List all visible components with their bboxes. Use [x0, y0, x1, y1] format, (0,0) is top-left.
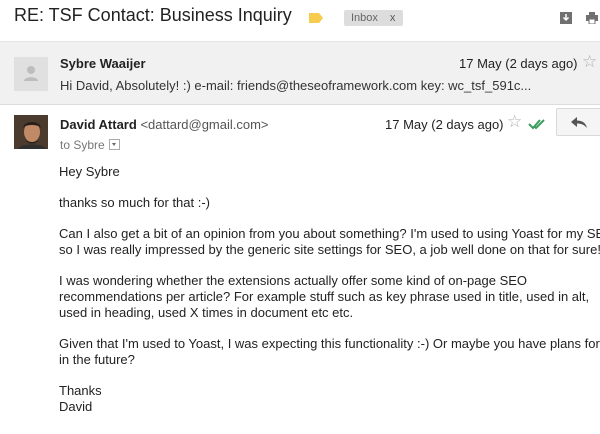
sender-name: David Attard	[60, 117, 137, 132]
avatar	[14, 115, 48, 149]
message-snippet: Hi David, Absolutely! :) e-mail: friends…	[60, 78, 532, 93]
body-paragraph: Given that I'm used to Yoast, I was expe…	[59, 336, 600, 367]
body-paragraph: Can I also get a bit of an opinion from …	[59, 226, 600, 257]
message-date: 17 May (2 days ago)	[385, 117, 504, 132]
recipient-text: to Sybre	[60, 138, 105, 152]
signoff: Thanks David	[59, 383, 102, 414]
body-paragraph: thanks so much for that :-)	[59, 195, 211, 210]
inbox-label-text: Inbox	[351, 12, 378, 24]
recipient-line: to Sybre	[60, 138, 120, 152]
star-icon[interactable]: ☆	[507, 112, 522, 132]
print-icon[interactable]	[586, 12, 598, 24]
collapsed-message[interactable]: Sybre Waaijer 17 May (2 days ago) ☆ Hi D…	[0, 41, 600, 105]
recipient-details-dropdown[interactable]	[108, 139, 120, 151]
remove-label-button[interactable]: x	[390, 12, 396, 24]
sender-email: <dattard@gmail.com>	[140, 117, 269, 132]
importance-marker-icon[interactable]	[309, 13, 323, 23]
subject-bar: RE: TSF Contact: Business Inquiry Inbox x	[0, 0, 600, 40]
sender-name: Sybre Waaijer	[60, 56, 146, 71]
profile-photo-icon	[14, 115, 48, 149]
download-icon[interactable]	[560, 12, 572, 24]
body-paragraph: Hey Sybre	[59, 164, 120, 179]
default-avatar-icon	[24, 66, 38, 81]
message-date: 17 May (2 days ago)	[459, 56, 578, 71]
avatar	[14, 57, 48, 91]
sender: David Attard <dattard@gmail.com>	[60, 117, 269, 132]
reply-button[interactable]	[556, 108, 600, 136]
inbox-label-chip[interactable]: Inbox x	[344, 10, 404, 26]
thread-subject: RE: TSF Contact: Business Inquiry	[14, 5, 292, 25]
body-paragraph: I was wondering whether the extensions a…	[59, 273, 590, 320]
double-check-icon	[528, 119, 545, 130]
message-body: Hey Sybre thanks so much for that :-) Ca…	[59, 164, 600, 415]
star-icon[interactable]: ☆	[582, 52, 597, 72]
reply-arrow-icon	[571, 117, 587, 128]
